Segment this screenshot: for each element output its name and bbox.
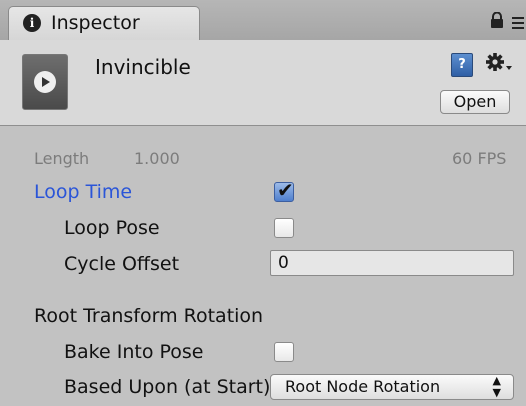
bake-into-pose-label: Bake Into Pose [64, 341, 204, 363]
help-book-icon[interactable]: ? [451, 53, 473, 77]
gear-icon[interactable] [485, 52, 513, 74]
fps-value: 60 FPS [452, 149, 507, 168]
cycle-offset-field[interactable]: 0 [270, 250, 514, 276]
loop-time-label: Loop Time [34, 181, 133, 203]
bake-into-pose-checkbox[interactable] [274, 342, 294, 362]
based-upon-label-clip: Based Upon (at Start) [63, 374, 270, 404]
based-upon-selected: Root Node Rotation [285, 377, 441, 396]
length-value: 1.000 [134, 149, 180, 168]
cycle-offset-label: Cycle Offset [64, 253, 180, 275]
loop-pose-checkbox[interactable] [274, 218, 294, 238]
lock-icon[interactable] [490, 12, 504, 28]
loop-time-checkbox[interactable]: ✔ [274, 178, 294, 202]
loop-pose-label: Loop Pose [64, 217, 160, 239]
select-arrows-icon: ▲ ▼ [492, 374, 501, 399]
root-rotation-heading: Root Transform Rotation [34, 305, 264, 327]
tab-inspector[interactable]: i Inspector [8, 6, 200, 40]
tab-title: Inspector [51, 12, 140, 34]
clip-settings: Length 1.000 60 FPS Loop Time ✔ Loop Pos… [0, 126, 526, 406]
based-upon-select[interactable]: Root Node Rotation ▲ ▼ [270, 374, 514, 400]
asset-header: Invincible ? Open [0, 40, 526, 126]
length-label: Length [34, 149, 90, 168]
menu-icon[interactable] [512, 17, 524, 29]
tab-bar: i Inspector [0, 0, 526, 41]
checkmark-icon: ✔ [277, 178, 294, 202]
animation-clip-icon [22, 54, 68, 110]
info-icon: i [23, 14, 41, 32]
open-button[interactable]: Open [440, 90, 510, 114]
asset-name: Invincible [95, 55, 191, 79]
based-upon-label: Based Upon (at Start) [64, 376, 270, 398]
